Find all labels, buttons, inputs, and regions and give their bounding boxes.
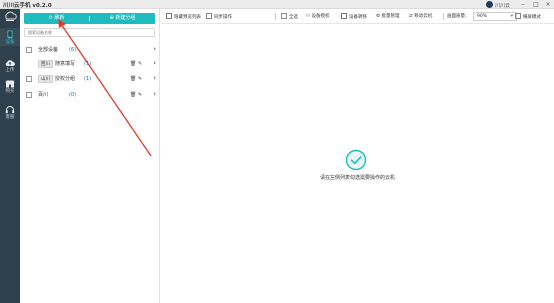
group-checkbox[interactable] bbox=[26, 76, 32, 82]
batch-manage-button[interactable]: ⚙ 批量管理 bbox=[376, 13, 399, 20]
group-row[interactable]: 山川 授权分组 (1) 🗑 ✎ › bbox=[24, 73, 159, 85]
group-checkbox[interactable] bbox=[26, 47, 32, 53]
quality-select[interactable]: 90% ▾ bbox=[473, 12, 517, 21]
group-count: (0) bbox=[69, 92, 77, 98]
add-circle-icon: ⊕ bbox=[109, 15, 114, 21]
group-row[interactable]: 西川 随意填写 (1) 🗑 ✎ › bbox=[24, 58, 159, 70]
nav-label-support: 客服 bbox=[5, 115, 15, 120]
device-search-input[interactable] bbox=[24, 28, 155, 37]
checkbox-box bbox=[206, 13, 212, 19]
refresh-icon: ⟳ bbox=[48, 15, 53, 21]
device-renew-button[interactable]: 设备转移 bbox=[341, 13, 367, 20]
landscape-checkbox[interactable]: 横屏模式 bbox=[515, 13, 541, 20]
group-tag: 山川 bbox=[38, 75, 53, 83]
phone-icon bbox=[7, 30, 13, 39]
user-avatar[interactable] bbox=[486, 1, 493, 8]
panel-button-bar: ⟳ 刷新 ⊕ 新建分组 bbox=[24, 13, 155, 24]
nav-item-support[interactable]: 客服 bbox=[0, 104, 20, 122]
group-count: (6) bbox=[69, 47, 77, 53]
device-group-panel: ⟳ 刷新 ⊕ 新建分组 全部设备 (6) › 西川 随意填写 (1) 🗑 ✎ ›… bbox=[20, 9, 160, 303]
group-count: (1) bbox=[84, 61, 92, 67]
toolbar-divider bbox=[443, 13, 444, 20]
chevron-right-icon[interactable]: › bbox=[153, 74, 156, 83]
device-auth-button[interactable]: ⚇ 设备授权 bbox=[306, 13, 329, 20]
hide-preview-label: 隐藏预览列表 bbox=[174, 15, 201, 20]
list-icon bbox=[166, 13, 172, 19]
cloud-upload-icon bbox=[5, 60, 15, 66]
device-renew-label: 设备转移 bbox=[349, 15, 367, 20]
group-name: 全部设备 bbox=[38, 47, 59, 53]
empty-state: 请在左侧列表勾选需要操作的云机 bbox=[161, 24, 554, 303]
group-checkbox[interactable] bbox=[26, 92, 32, 98]
chevron-down-icon: ▾ bbox=[510, 14, 513, 19]
refresh-button[interactable]: ⟳ 刷新 bbox=[24, 13, 89, 24]
nav-item-devices[interactable]: 设备 bbox=[0, 28, 20, 46]
headset-icon bbox=[5, 106, 15, 114]
close-icon[interactable]: × bbox=[543, 0, 553, 9]
group-row-all[interactable]: 全部设备 (6) › bbox=[24, 44, 159, 56]
move-cloud-label: 移动云机 bbox=[414, 14, 433, 19]
landscape-label: 横屏模式 bbox=[523, 15, 541, 20]
app-logo-icon bbox=[5, 11, 17, 21]
sync-ops-checkbox[interactable]: 同步操作 bbox=[206, 13, 232, 20]
group-tag: 西川 bbox=[38, 60, 53, 68]
hide-preview-toggle[interactable]: 隐藏预览列表 bbox=[166, 13, 201, 20]
sync-ops-label: 同步操作 bbox=[214, 15, 232, 20]
delete-icon[interactable]: 🗑 bbox=[130, 75, 136, 83]
batch-manage-label: 批量管理 bbox=[381, 14, 400, 19]
group-name: 授权分组 bbox=[55, 76, 76, 82]
delete-icon[interactable]: 🗑 bbox=[130, 60, 136, 68]
renew-icon bbox=[341, 13, 347, 19]
nav-item-buy[interactable]: 购买 bbox=[0, 78, 20, 96]
username[interactable]: 川川云 bbox=[495, 2, 510, 9]
edit-icon[interactable]: ✎ bbox=[138, 75, 142, 83]
quality-value: 90% bbox=[477, 14, 488, 19]
toolbar-divider bbox=[275, 13, 276, 20]
quality-label: 画面质量： bbox=[447, 14, 470, 19]
group-name: 随意填写 bbox=[55, 61, 76, 67]
title-bar: 川川云手机 v0.2.0 川川云 – □ × bbox=[0, 0, 554, 9]
select-all-checkbox[interactable]: 全选 bbox=[281, 13, 298, 20]
minimize-icon[interactable]: – bbox=[518, 0, 528, 9]
move-cloud-button[interactable]: ⇄ 移动云机 bbox=[409, 13, 432, 20]
chevron-right-icon[interactable]: › bbox=[153, 59, 156, 68]
check-circle-icon bbox=[345, 149, 367, 171]
left-nav: 设备 上传 购买 客服 bbox=[0, 9, 20, 303]
delete-icon[interactable]: 🗑 bbox=[130, 91, 136, 99]
new-group-label: 新建分组 bbox=[115, 15, 136, 21]
empty-state-message: 请在左侧列表勾选需要操作的云机 bbox=[319, 175, 395, 181]
nav-label-upload: 上传 bbox=[5, 68, 15, 73]
group-name: 百川 bbox=[38, 92, 49, 98]
app-title: 川川云手机 v0.2.0 bbox=[3, 3, 52, 9]
nav-label-buy: 购买 bbox=[5, 89, 15, 94]
new-group-button[interactable]: ⊕ 新建分组 bbox=[90, 13, 155, 24]
main-toolbar: 隐藏预览列表 同步操作 全选 ⚇ 设备授权 设备转移 ⚙ 批量管理 ⇄ 移动云机… bbox=[161, 9, 554, 24]
chevron-right-icon[interactable]: › bbox=[153, 45, 156, 54]
checkbox-box bbox=[515, 13, 521, 19]
device-auth-label: 设备授权 bbox=[311, 14, 330, 19]
nav-item-upload[interactable]: 上传 bbox=[0, 57, 20, 75]
chevron-right-icon[interactable]: › bbox=[153, 90, 156, 99]
checkbox-box bbox=[281, 13, 287, 19]
nav-label-devices: 设备 bbox=[5, 40, 15, 45]
shop-icon bbox=[5, 80, 15, 88]
maximize-icon[interactable]: □ bbox=[531, 0, 541, 9]
edit-icon[interactable]: ✎ bbox=[138, 91, 142, 99]
edit-icon[interactable]: ✎ bbox=[138, 60, 142, 68]
select-all-label: 全选 bbox=[289, 15, 298, 20]
group-count: (1) bbox=[84, 76, 92, 82]
group-row[interactable]: 百川 (0) 🗑 ✎ › bbox=[24, 89, 159, 101]
refresh-label: 刷新 bbox=[54, 15, 65, 21]
